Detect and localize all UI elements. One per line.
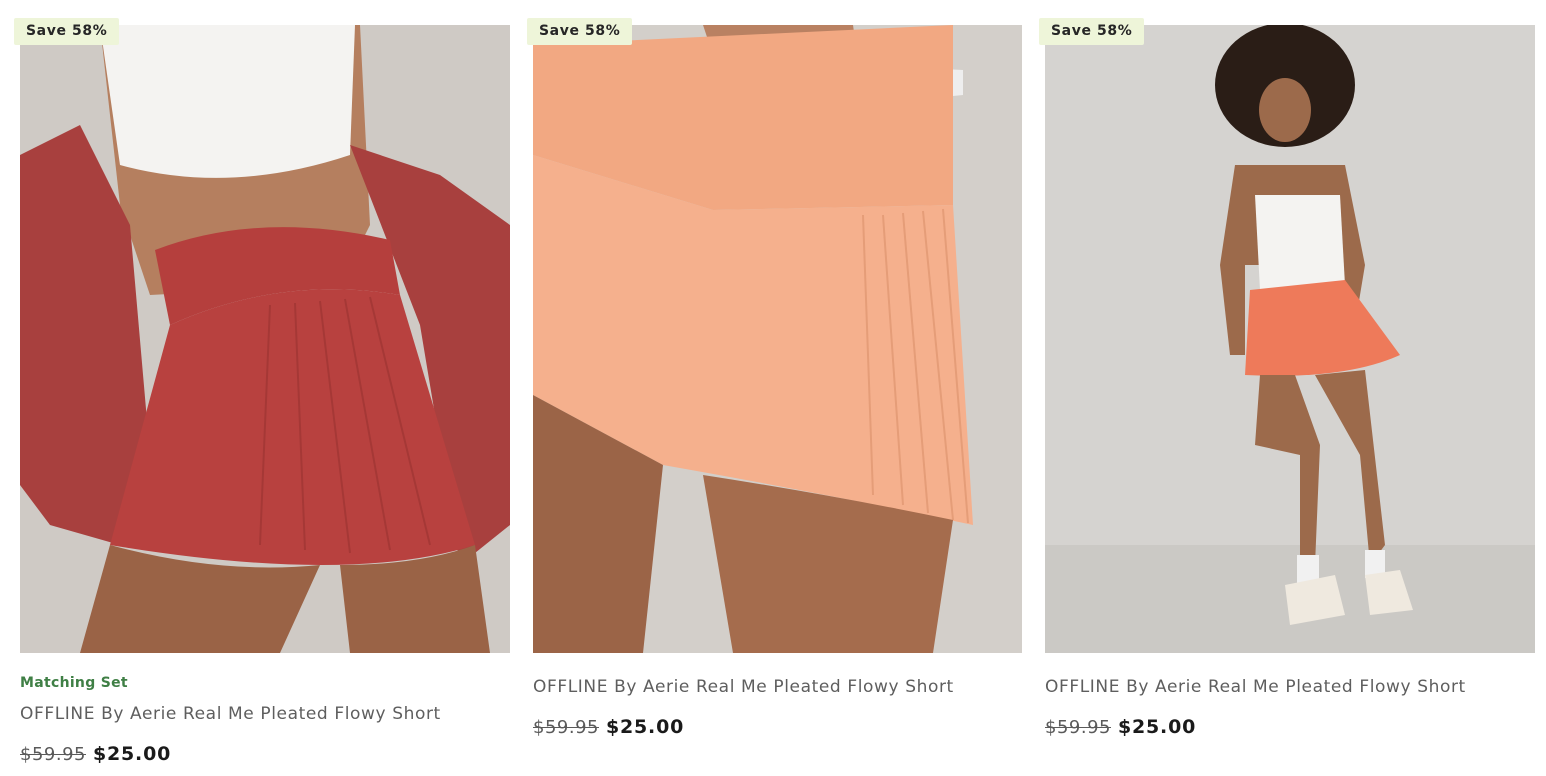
matching-set-tag[interactable]: Matching Set bbox=[20, 675, 128, 691]
product-card[interactable]: Save 58% OFFLINE By Aerie Real Me Pleate… bbox=[527, 0, 1022, 776]
product-card[interactable]: Save 58% bbox=[1039, 0, 1535, 776]
price-row: $59.95 $25.00 bbox=[533, 716, 684, 738]
product-photo-orange-shorts bbox=[1045, 25, 1535, 653]
original-price: $59.95 bbox=[533, 717, 599, 738]
sale-price: $25.00 bbox=[92, 743, 172, 765]
sale-price: $25.00 bbox=[605, 716, 685, 738]
original-price: $59.95 bbox=[20, 744, 86, 765]
product-title[interactable]: OFFLINE By Aerie Real Me Pleated Flowy S… bbox=[533, 677, 954, 697]
discount-badge: Save 58% bbox=[14, 18, 120, 45]
product-title[interactable]: OFFLINE By Aerie Real Me Pleated Flowy S… bbox=[1045, 677, 1466, 697]
product-image[interactable] bbox=[20, 25, 510, 653]
sale-price: $25.00 bbox=[1117, 716, 1197, 738]
discount-badge: Save 58% bbox=[527, 18, 633, 45]
product-photo-red-shorts bbox=[20, 25, 510, 653]
product-title[interactable]: OFFLINE By Aerie Real Me Pleated Flowy S… bbox=[20, 704, 441, 724]
product-image[interactable] bbox=[1045, 25, 1535, 653]
discount-badge: Save 58% bbox=[1039, 18, 1145, 45]
product-card[interactable]: Save 58% bbox=[14, 0, 510, 776]
product-image[interactable] bbox=[533, 25, 1022, 653]
price-row: $59.95 $25.00 bbox=[1045, 716, 1196, 738]
product-grid: Save 58% Matching Set OFFLINE By Aerie R… bbox=[0, 0, 1546, 776]
original-price: $59.95 bbox=[1045, 717, 1111, 738]
product-photo-peach-shorts bbox=[533, 25, 1022, 653]
price-row: $59.95 $25.00 bbox=[20, 743, 171, 765]
